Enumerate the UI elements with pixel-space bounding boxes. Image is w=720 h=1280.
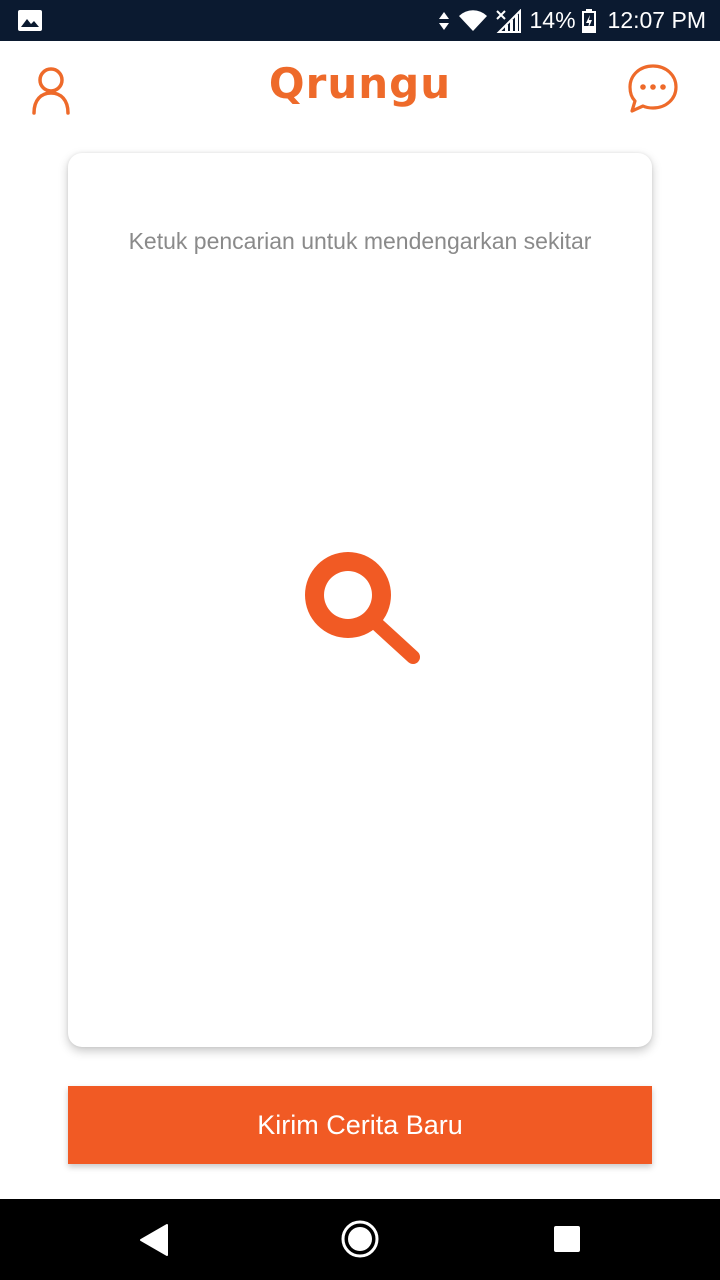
wifi-icon [458,9,487,31]
data-arrows-icon [438,11,449,30]
search-icon[interactable] [294,537,428,671]
search-hint-text: Ketuk pencarian untuk mendengarkan sekit… [128,228,592,254]
listen-card: Ketuk pencarian untuk mendengarkan sekit… [68,153,652,1047]
no-sim-signal-icon [495,8,521,33]
battery-percent: 14% [529,7,576,33]
app-logo: Qrungu [268,59,452,108]
back-icon[interactable] [138,1223,170,1257]
app-header: Qrungu [0,41,720,136]
send-new-story-button[interactable]: Kirim Cerita Baru [68,1086,652,1164]
status-icons: 14% 12:07 PM [438,0,706,41]
gallery-notification-icon [18,10,42,31]
recents-icon[interactable] [554,1226,580,1252]
status-bar: 14% 12:07 PM [0,0,720,41]
screen: 14% 12:07 PM Qrungu Ketuk pencarian untu… [0,0,720,1280]
battery-charging-icon [581,8,596,33]
navigation-bar [0,1199,720,1280]
home-icon[interactable] [340,1219,380,1259]
chat-bubble-icon[interactable] [626,63,680,115]
clock: 12:07 PM [607,7,706,33]
